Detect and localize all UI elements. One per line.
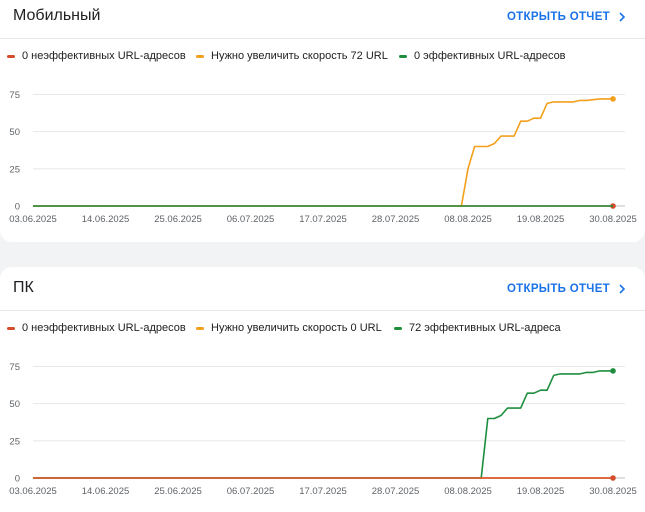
legend-label: 0 неэффективных URL-адресов [22, 322, 186, 334]
legend-item-needs-improvement[interactable]: Нужно увеличить скорость 0 URL [196, 322, 382, 334]
series-line-good[interactable] [33, 370, 613, 479]
x-tick-label: 06.07.2025 [227, 214, 275, 225]
legend-swatch [7, 54, 15, 58]
legend-item-good[interactable]: 0 эффективных URL-адресов [399, 50, 566, 62]
divider [0, 38, 645, 39]
open-report-button[interactable]: ОТКРЫТЬ ОТЧЕТ [507, 11, 627, 23]
chevron-right-icon [619, 12, 626, 22]
x-tick-label: 03.06.2025 [9, 214, 57, 225]
y-tick-label: 25 [9, 436, 20, 447]
divider [0, 310, 645, 311]
mobile-performance-chart: 0 25 50 75 03.06.2025 14.06.2025 25.06.2025 06.… [9, 90, 637, 225]
legend-label: 0 эффективных URL-адресов [414, 50, 566, 62]
legend-swatch [196, 54, 204, 58]
x-tick-label: 30.08.2025 [589, 486, 637, 497]
legend-label: Нужно увеличить скорость 72 URL [211, 50, 388, 62]
desktop-card: ПК ОТКРЫТЬ ОТЧЕТ 0 неэффективных URL-адр… [0, 267, 645, 512]
chevron-right-icon [619, 284, 626, 294]
x-tick-label: 19.08.2025 [517, 486, 565, 497]
x-tick-label: 08.08.2025 [444, 214, 492, 225]
x-tick-label: 17.07.2025 [299, 214, 347, 225]
y-tick-label: 0 [15, 474, 20, 485]
legend-swatch [196, 326, 204, 330]
legend-swatch [394, 326, 402, 330]
x-tick-label: 28.07.2025 [372, 486, 420, 497]
y-tick-label: 50 [9, 127, 20, 138]
card-title: Мобильный [13, 7, 101, 24]
legend-item-good[interactable]: 72 эффективных URL-адреса [394, 322, 561, 334]
y-tick-label: 75 [9, 362, 20, 373]
series-end-point-good [610, 368, 616, 374]
legend-label: 0 неэффективных URL-адресов [22, 50, 186, 62]
open-report-label: ОТКРЫТЬ ОТЧЕТ [506, 11, 610, 23]
chart-legend: 0 неэффективных URL-адресов Нужно увелич… [0, 322, 645, 338]
y-tick-label: 50 [9, 399, 20, 410]
x-tick-label: 17.07.2025 [299, 486, 347, 497]
series-end-point-needs_improvement [610, 96, 616, 102]
x-tick-label: 03.06.2025 [9, 486, 57, 497]
desktop-performance-chart: 0 25 50 75 03.06.2025 14.06.2025 25.06.2025 06.… [9, 362, 637, 497]
legend-label: Нужно увеличить скорость 0 URL [211, 322, 382, 334]
series-line-needs_improvement[interactable] [33, 98, 613, 207]
x-tick-label: 28.07.2025 [372, 214, 420, 225]
y-tick-label: 0 [15, 202, 20, 213]
chart-legend: 0 неэффективных URL-адресов Нужно увелич… [0, 50, 645, 66]
x-tick-label: 25.06.2025 [154, 486, 202, 497]
legend-label: 72 эффективных URL-адреса [409, 322, 561, 334]
y-tick-label: 75 [9, 90, 20, 101]
legend-swatch [399, 54, 407, 58]
legend-item-poor[interactable]: 0 неэффективных URL-адресов [7, 50, 186, 62]
y-tick-label: 25 [9, 164, 20, 175]
open-report-label: ОТКРЫТЬ ОТЧЕТ [506, 283, 610, 295]
x-tick-label: 14.06.2025 [82, 486, 130, 497]
x-tick-label: 08.08.2025 [444, 486, 492, 497]
legend-item-needs-improvement[interactable]: Нужно увеличить скорость 72 URL [196, 50, 388, 62]
legend-swatch [7, 326, 15, 330]
x-tick-label: 25.06.2025 [154, 214, 202, 225]
card-title: ПК [13, 279, 34, 296]
x-tick-label: 30.08.2025 [589, 214, 637, 225]
mobile-card: Мобильный ОТКРЫТЬ ОТЧЕТ 0 неэффективных … [0, 0, 645, 242]
x-tick-label: 19.08.2025 [517, 214, 565, 225]
legend-item-poor[interactable]: 0 неэффективных URL-адресов [7, 322, 186, 334]
x-tick-label: 06.07.2025 [227, 486, 275, 497]
series-end-point-poor [610, 475, 616, 481]
open-report-button[interactable]: ОТКРЫТЬ ОТЧЕТ [507, 283, 627, 295]
x-tick-label: 14.06.2025 [82, 214, 130, 225]
